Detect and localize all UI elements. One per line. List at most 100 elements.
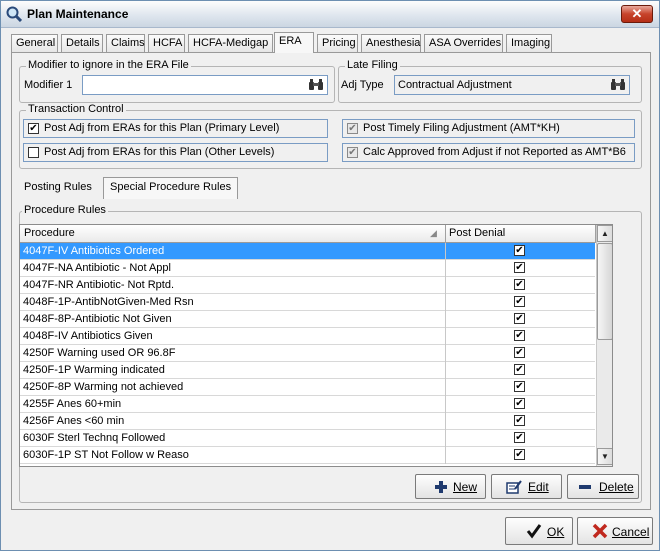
table-row[interactable]: 4048F-IV Antibiotics Given ✔: [20, 328, 595, 345]
post-adj-primary-option[interactable]: ✔ Post Adj from ERAs for this Plan (Prim…: [23, 119, 328, 138]
post-denial-checkbox[interactable]: ✔: [514, 432, 525, 443]
tab-details[interactable]: Details: [61, 34, 103, 52]
column-divider[interactable]: [445, 225, 446, 243]
calc-approved-option[interactable]: ✔ Calc Approved from Adjust if not Repor…: [342, 143, 635, 162]
cell-divider: [445, 396, 446, 413]
post-denial-checkbox[interactable]: ✔: [514, 279, 525, 290]
close-window-button[interactable]: ✕: [621, 5, 653, 23]
sort-icon: ◢: [430, 228, 437, 238]
cell-divider: [445, 311, 446, 328]
checkmark-icon: [526, 524, 542, 539]
post-denial-column-header[interactable]: Post Denial: [449, 227, 505, 239]
post-denial-checkbox[interactable]: ✔: [514, 313, 525, 324]
tab-claims[interactable]: Claims: [106, 34, 145, 52]
edit-button-label: Edit: [528, 480, 549, 494]
post-adj-primary-checkbox[interactable]: ✔: [28, 123, 39, 134]
scroll-up-button[interactable]: ▲: [597, 225, 612, 242]
post-adj-other-label: Post Adj from ERAs for this Plan (Other …: [44, 146, 275, 158]
tab-general[interactable]: General: [11, 34, 58, 52]
tab-asa-overrides[interactable]: ASA Overrides: [424, 34, 503, 52]
calc-approved-checkbox[interactable]: ✔: [347, 147, 358, 158]
table-row[interactable]: 4250F Warning used OR 96.8F ✔: [20, 345, 595, 362]
post-denial-checkbox[interactable]: ✔: [514, 347, 525, 358]
table-row[interactable]: 4047F-NA Antibiotic - Not Appl ✔: [20, 260, 595, 277]
binoculars-icon[interactable]: [610, 78, 626, 92]
procedure-cell: 4250F-1P Warming indicated: [23, 364, 165, 376]
table-row[interactable]: 6030F Sterl Technq Followed ✔: [20, 430, 595, 447]
era-tab-panel: Modifier to ignore in the ERA File Modif…: [11, 52, 651, 510]
procedure-rules-grid[interactable]: Procedure ◢ Post Denial 4047F-IV Antibio…: [19, 224, 613, 467]
tab-hcfa-medigap[interactable]: HCFA-Medigap: [188, 34, 273, 52]
adj-type-label: Adj Type: [341, 79, 384, 91]
ok-button-label: OK: [547, 525, 565, 539]
subtab-special-procedure-rules[interactable]: Special Procedure Rules: [103, 177, 239, 199]
cell-divider: [445, 362, 446, 379]
table-row[interactable]: 4255F Anes 60+min ✔: [20, 396, 595, 413]
cell-divider: [445, 345, 446, 362]
table-row[interactable]: 4048F-8P-Antibiotic Not Given ✔: [20, 311, 595, 328]
procedure-cell: 4048F-IV Antibiotics Given: [23, 330, 153, 342]
cancel-button-label: Cancel: [612, 525, 650, 539]
transaction-control-legend: Transaction Control: [26, 103, 126, 115]
modifier-group-legend: Modifier to ignore in the ERA File: [26, 59, 191, 71]
post-denial-checkbox[interactable]: ✔: [514, 296, 525, 307]
transaction-control-group: Transaction Control ✔ Post Adj from ERAs…: [19, 103, 642, 169]
procedure-cell: 4256F Anes <60 min: [23, 415, 125, 427]
post-denial-checkbox[interactable]: ✔: [514, 245, 525, 256]
post-denial-checkbox[interactable]: ✔: [514, 398, 525, 409]
table-row[interactable]: 4250F-1P Warming indicated ✔: [20, 362, 595, 379]
title-bar[interactable]: Plan Maintenance ✕: [1, 1, 659, 28]
tab-pricing[interactable]: Pricing: [317, 34, 358, 52]
cell-divider: [445, 430, 446, 447]
adj-type-field[interactable]: Contractual Adjustment: [394, 75, 630, 95]
table-row[interactable]: 4047F-IV Antibiotics Ordered ✔: [20, 243, 595, 260]
edit-button[interactable]: Edit: [491, 474, 562, 499]
post-denial-checkbox[interactable]: ✔: [514, 449, 525, 460]
scroll-down-button[interactable]: ▼: [597, 448, 612, 465]
post-adj-other-option[interactable]: Post Adj from ERAs for this Plan (Other …: [23, 143, 328, 162]
new-button-label: New: [453, 480, 478, 494]
modifier-1-field[interactable]: [82, 75, 328, 95]
subtab-posting-rules[interactable]: Posting Rules: [18, 178, 98, 198]
cancel-button[interactable]: Cancel: [577, 517, 653, 545]
tab-era[interactable]: ERA: [274, 32, 314, 53]
table-row[interactable]: 4048F-1P-AntibNotGiven-Med Rsn ✔: [20, 294, 595, 311]
binoculars-icon[interactable]: [308, 78, 324, 92]
cell-divider: [445, 379, 446, 396]
post-denial-checkbox[interactable]: ✔: [514, 415, 525, 426]
tab-imaging[interactable]: Imaging: [506, 34, 552, 52]
cell-divider: [445, 243, 446, 260]
timely-filing-label: Post Timely Filing Adjustment (AMT*KH): [363, 122, 560, 134]
table-row[interactable]: 6030F-1P ST Not Follow w Reaso ✔: [20, 447, 595, 464]
ok-button[interactable]: OK: [505, 517, 573, 545]
modifier-1-label: Modifier 1: [24, 79, 73, 91]
table-row[interactable]: 4047F-NR Antibiotic- Not Rptd. ✔: [20, 277, 595, 294]
procedure-cell: 4047F-IV Antibiotics Ordered: [23, 245, 165, 257]
delete-button[interactable]: Delete: [567, 474, 639, 499]
procedure-cell: 6030F Sterl Technq Followed: [23, 432, 166, 444]
magnifier-icon: [6, 6, 22, 22]
post-adj-other-checkbox[interactable]: [28, 147, 39, 158]
post-denial-checkbox[interactable]: ✔: [514, 262, 525, 273]
timely-filing-option[interactable]: ✔ Post Timely Filing Adjustment (AMT*KH): [342, 119, 635, 138]
cell-divider: [445, 413, 446, 430]
timely-filing-checkbox[interactable]: ✔: [347, 123, 358, 134]
new-button[interactable]: New: [415, 474, 486, 499]
minus-icon: [579, 485, 591, 489]
table-row[interactable]: 4256F Anes <60 min ✔: [20, 413, 595, 430]
cell-divider: [445, 277, 446, 294]
grid-vertical-scrollbar[interactable]: ▲ ▼: [596, 225, 612, 466]
procedure-cell: 4047F-NR Antibiotic- Not Rptd.: [23, 279, 175, 291]
procedure-cell: 4250F Warning used OR 96.8F: [23, 347, 176, 359]
post-denial-checkbox[interactable]: ✔: [514, 364, 525, 375]
scroll-thumb[interactable]: [597, 243, 612, 340]
cell-divider: [445, 328, 446, 345]
cell-divider: [445, 260, 446, 277]
procedure-column-header[interactable]: Procedure: [24, 227, 75, 239]
post-denial-checkbox[interactable]: ✔: [514, 381, 525, 392]
modifier-group: Modifier to ignore in the ERA File Modif…: [19, 59, 335, 103]
table-row[interactable]: 4250F-8P Warming not achieved ✔: [20, 379, 595, 396]
tab-anesthesia[interactable]: Anesthesia: [361, 34, 421, 52]
post-denial-checkbox[interactable]: ✔: [514, 330, 525, 341]
tab-hcfa[interactable]: HCFA: [148, 34, 185, 52]
